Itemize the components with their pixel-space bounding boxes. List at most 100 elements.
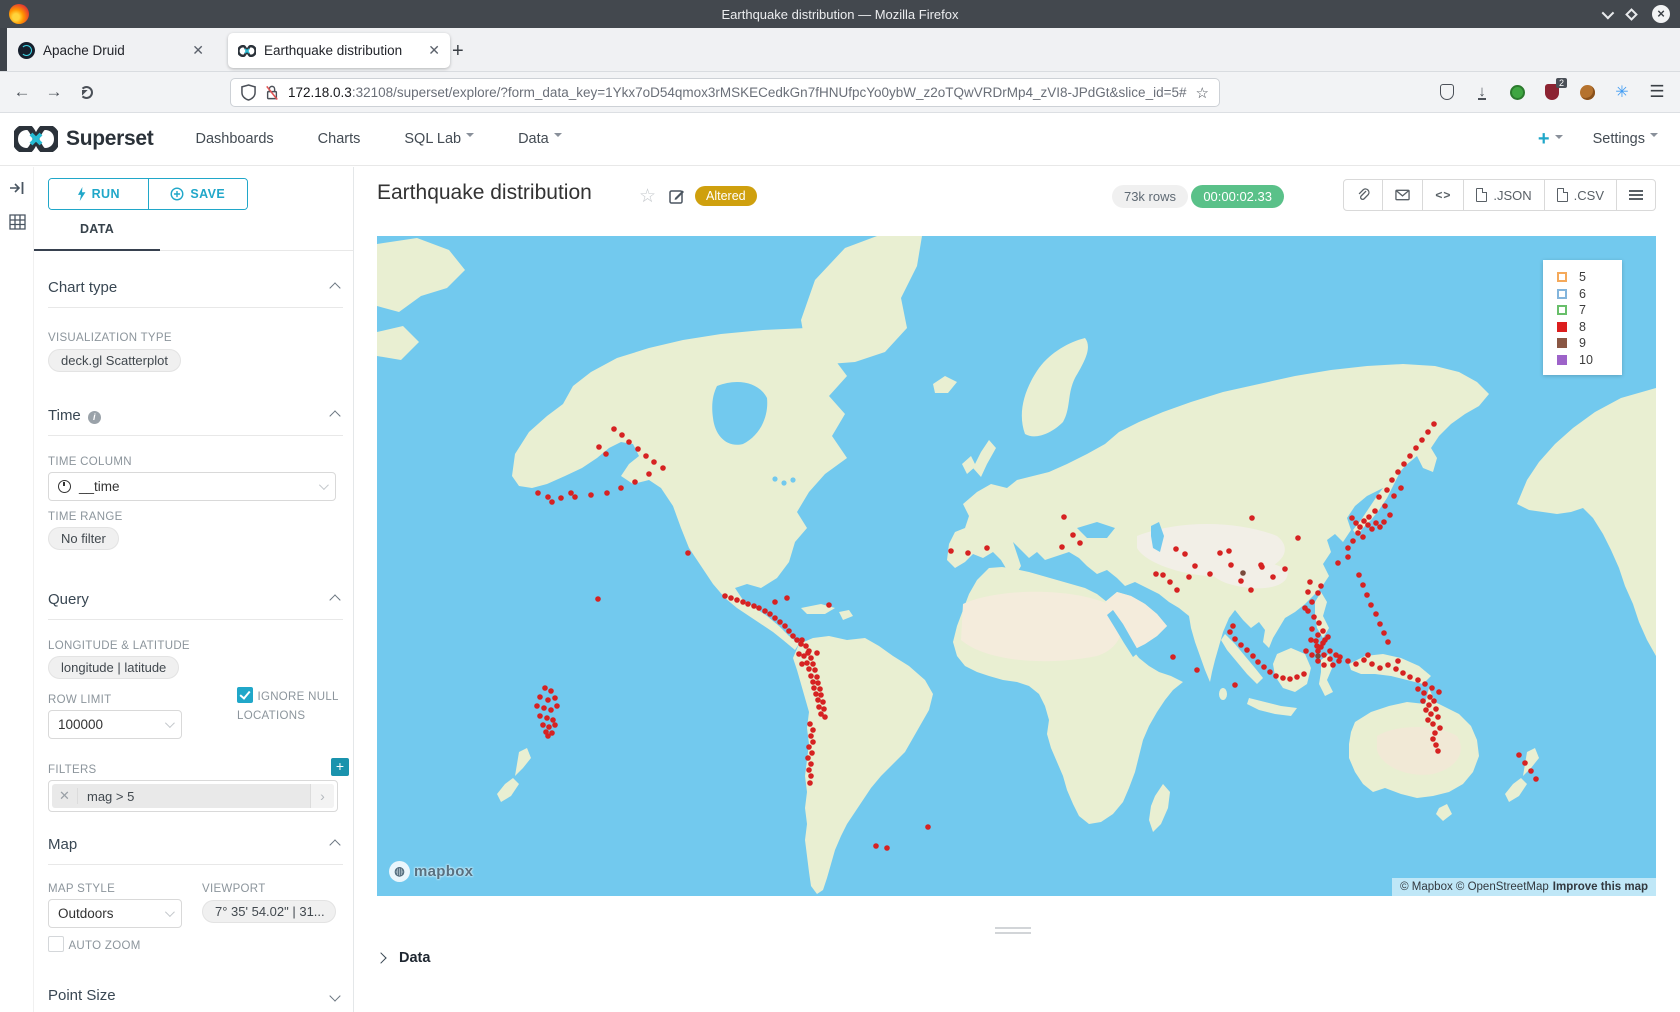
attribution-text[interactable]: © Mapbox © OpenStreetMap — [1400, 881, 1549, 893]
remove-filter-icon[interactable]: ✕ — [52, 788, 78, 804]
url-bar[interactable]: 172.18.0.3 :32108/superset/explore/?form… — [230, 78, 1220, 107]
filters-label: FILTERS — [48, 764, 97, 776]
extension-flake-icon[interactable]: ✳ — [1613, 83, 1631, 101]
privacy-shield-icon[interactable] — [1438, 83, 1456, 101]
tab-close-icon[interactable]: ✕ — [428, 42, 440, 59]
chevron-down-icon — [1650, 133, 1658, 141]
auto-zoom-checkbox[interactable] — [48, 936, 64, 952]
legend-item[interactable]: 5 — [1557, 269, 1622, 286]
shield-permissions-icon[interactable] — [241, 84, 256, 101]
clock-icon — [58, 480, 71, 493]
section-map[interactable]: Map — [48, 836, 339, 853]
improve-map-link[interactable]: Improve this map — [1553, 881, 1648, 893]
auto-zoom-control[interactable]: AUTO ZOOM — [48, 936, 141, 954]
legend-label: 10 — [1579, 353, 1593, 367]
section-time[interactable]: Timei — [48, 407, 339, 424]
new-item-button[interactable]: + — [1538, 128, 1563, 151]
mapbox-logo[interactable]: ◍ mapbox — [389, 861, 473, 882]
time-column-select[interactable]: __time — [48, 472, 336, 501]
mapbox-pin-icon: ◍ — [389, 861, 410, 882]
ignore-null-checkbox[interactable] — [237, 687, 253, 703]
export-json-button[interactable]: .JSON — [1464, 180, 1544, 210]
favorite-star-icon[interactable]: ☆ — [639, 185, 656, 208]
world-map — [377, 236, 1656, 896]
save-button[interactable]: SAVE — [149, 179, 248, 209]
window-close-icon[interactable]: × — [1652, 5, 1670, 23]
run-save-group: RUN SAVE — [48, 178, 248, 210]
legend-item[interactable]: 10 — [1557, 352, 1622, 369]
cookie-extension-icon[interactable] — [1578, 83, 1596, 101]
extension-green-icon[interactable] — [1508, 83, 1526, 101]
new-tab-button[interactable]: + — [452, 40, 464, 63]
viz-type-value[interactable]: deck.gl Scatterplot — [48, 349, 181, 372]
run-button[interactable]: RUN — [49, 179, 148, 209]
chevron-up-icon — [329, 282, 340, 293]
edit-properties-icon[interactable] — [669, 188, 685, 204]
chart-title: Earthquake distribution — [377, 181, 592, 205]
extension-badge: 2 — [1556, 78, 1567, 88]
time-range-value[interactable]: No filter — [48, 527, 119, 550]
legend-label: 7 — [1579, 303, 1586, 317]
insecure-lock-icon[interactable] — [265, 84, 279, 101]
superset-brand[interactable]: Superset — [14, 126, 153, 152]
row-limit-select[interactable]: 100000 — [48, 710, 182, 739]
superset-navbar: Superset Dashboards Charts SQL Lab Data … — [0, 113, 1680, 166]
panel-resize-handle[interactable] — [995, 927, 1031, 934]
email-button[interactable] — [1383, 180, 1423, 210]
window-title: Earthquake distribution — Mozilla Firefo… — [0, 7, 1680, 22]
file-csv-icon — [1557, 188, 1568, 202]
nav-sql-lab[interactable]: SQL Lab — [404, 131, 474, 147]
nav-data[interactable]: Data — [518, 131, 562, 147]
tab-label: Apache Druid — [43, 43, 186, 58]
chevron-right-icon[interactable]: › — [310, 784, 334, 808]
deckgl-map[interactable]: 567 8910 ◍ mapbox © Mapbox © OpenStreetMa… — [377, 236, 1656, 896]
tab-data[interactable]: DATA — [34, 222, 160, 251]
viewport-value[interactable]: 7° 35' 54.02" | 31... — [202, 900, 336, 923]
ublock-extension-icon[interactable]: 2 — [1543, 83, 1561, 101]
export-csv-button[interactable]: .CSV — [1545, 180, 1617, 210]
nav-charts[interactable]: Charts — [318, 131, 361, 147]
reload-button[interactable] — [80, 86, 93, 99]
legend-item[interactable]: 9 — [1557, 335, 1622, 352]
window-minimize-icon[interactable] — [1602, 6, 1615, 19]
tab-label: Earthquake distribution — [264, 43, 422, 58]
tab-apache-druid[interactable]: Apache Druid ✕ — [8, 33, 214, 68]
expand-panel-icon[interactable] — [9, 181, 25, 195]
firefox-menu-icon[interactable]: ☰ — [1648, 83, 1666, 101]
query-duration-badge: 00:00:02.33 — [1191, 185, 1284, 208]
legend-item[interactable]: 7 — [1557, 302, 1622, 319]
time-column-label: TIME COLUMN — [48, 456, 132, 468]
bookmark-star-icon[interactable]: ☆ — [1196, 84, 1209, 102]
forward-button[interactable]: → — [38, 82, 70, 102]
lonlat-value[interactable]: longitude | latitude — [48, 656, 179, 679]
tab-close-icon[interactable]: ✕ — [192, 42, 204, 59]
chart-menu-button[interactable] — [1617, 180, 1655, 210]
section-query[interactable]: Query — [48, 591, 339, 608]
legend-swatch — [1557, 289, 1567, 299]
settings-menu[interactable]: Settings — [1593, 131, 1658, 147]
filter-chip[interactable]: ✕ mag > 5 › — [48, 780, 338, 812]
embed-code-button[interactable]: <> — [1423, 180, 1464, 210]
legend-swatch — [1557, 305, 1567, 315]
nav-dashboards[interactable]: Dashboards — [195, 131, 273, 147]
data-panel-toggle[interactable]: Data — [377, 950, 430, 966]
window-maximize-icon[interactable] — [1625, 8, 1638, 21]
tab-earthquake-distribution[interactable]: Earthquake distribution ✕ — [228, 33, 450, 68]
plus-circle-icon — [170, 187, 184, 201]
downloads-icon[interactable]: ↓ — [1473, 83, 1491, 101]
section-chart-type[interactable]: Chart type — [48, 279, 339, 296]
time-range-label: TIME RANGE — [48, 511, 123, 523]
section-point-size[interactable]: Point Size — [48, 987, 339, 1004]
chevron-down-icon — [329, 990, 340, 1001]
ignore-null-locations[interactable]: IGNORE NULL LOCATIONS — [237, 687, 349, 725]
legend-item[interactable]: 8 — [1557, 319, 1622, 336]
envelope-icon — [1395, 189, 1410, 201]
copy-link-button[interactable] — [1344, 180, 1383, 210]
back-button[interactable]: ← — [6, 82, 38, 102]
map-style-select[interactable]: Outdoors — [48, 899, 182, 928]
code-icon: <> — [1435, 188, 1451, 202]
dataset-grid-icon[interactable] — [9, 214, 26, 230]
legend-item[interactable]: 6 — [1557, 286, 1622, 303]
add-filter-button[interactable]: + — [331, 758, 349, 776]
data-panel-title: Data — [399, 950, 430, 966]
